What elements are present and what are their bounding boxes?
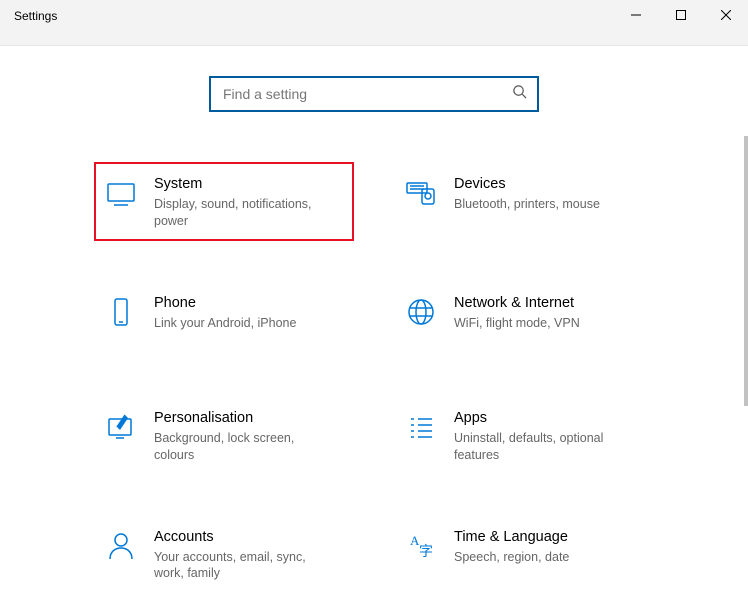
category-title: Accounts xyxy=(154,529,344,546)
category-desc: Uninstall, defaults, optional features xyxy=(454,430,629,463)
minimize-button[interactable] xyxy=(613,0,658,29)
svg-text:字: 字 xyxy=(419,544,433,560)
network-icon xyxy=(404,295,438,329)
category-title: Phone xyxy=(154,295,344,312)
time-language-icon: A 字 xyxy=(404,529,438,563)
accounts-icon xyxy=(104,529,138,563)
system-icon xyxy=(104,176,138,210)
category-desc: Display, sound, notifications, power xyxy=(154,196,329,229)
category-desc: Background, lock screen, colours xyxy=(154,430,329,463)
phone-icon xyxy=(104,295,138,329)
category-desc: Link your Android, iPhone xyxy=(154,315,329,331)
category-network[interactable]: Network & Internet WiFi, flight mode, VP… xyxy=(394,281,654,356)
category-desc: Speech, region, date xyxy=(454,549,629,565)
search-wrap xyxy=(0,76,748,112)
category-title: Time & Language xyxy=(454,529,644,546)
apps-icon xyxy=(404,410,438,444)
devices-icon xyxy=(404,176,438,210)
search-icon xyxy=(512,84,527,104)
personalisation-icon xyxy=(104,410,138,444)
window-controls xyxy=(613,0,748,29)
category-desc: Bluetooth, printers, mouse xyxy=(454,196,629,212)
category-time-language[interactable]: A 字 Time & Language Speech, region, date xyxy=(394,515,654,594)
category-desc: WiFi, flight mode, VPN xyxy=(454,315,629,331)
content: System Display, sound, notifications, po… xyxy=(0,46,748,594)
category-title: Apps xyxy=(454,410,644,427)
titlebar: Settings xyxy=(0,0,748,46)
category-phone[interactable]: Phone Link your Android, iPhone xyxy=(94,281,354,356)
category-personalisation[interactable]: Personalisation Background, lock screen,… xyxy=(94,396,354,475)
window-title: Settings xyxy=(0,0,71,32)
category-system[interactable]: System Display, sound, notifications, po… xyxy=(94,162,354,241)
category-title: Devices xyxy=(454,176,644,193)
maximize-button[interactable] xyxy=(658,0,703,29)
scrollbar[interactable] xyxy=(735,46,748,569)
category-desc: Your accounts, email, sync, work, family xyxy=(154,549,329,582)
search-box[interactable] xyxy=(209,76,539,112)
categories-grid: System Display, sound, notifications, po… xyxy=(94,162,654,594)
category-title: Network & Internet xyxy=(454,295,644,312)
scrollbar-thumb[interactable] xyxy=(744,136,748,406)
category-devices[interactable]: Devices Bluetooth, printers, mouse xyxy=(394,162,654,241)
category-title: Personalisation xyxy=(154,410,344,427)
category-apps[interactable]: Apps Uninstall, defaults, optional featu… xyxy=(394,396,654,475)
category-title: System xyxy=(154,176,344,193)
close-button[interactable] xyxy=(703,0,748,29)
category-accounts[interactable]: Accounts Your accounts, email, sync, wor… xyxy=(94,515,354,594)
search-input[interactable] xyxy=(221,85,504,103)
